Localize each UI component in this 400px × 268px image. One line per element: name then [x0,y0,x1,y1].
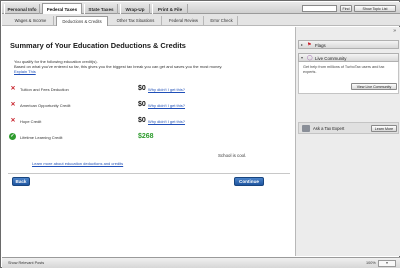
credit-name: Hope Credit [20,119,42,124]
x-icon: ✕ [10,118,16,124]
subtab-wages-income[interactable]: Wages & Income [8,16,54,25]
live-community-panel: Get help from millions of TurboTax users… [298,62,399,94]
live-community-text: Get help from millions of TurboTax users… [303,65,385,74]
show-topic-list-button[interactable]: Show Topic List [354,5,396,12]
credit-amount: $0 [138,101,146,108]
credit-amount: $0 [138,117,146,124]
main-content: Summary of Your Education Deductions & C… [2,27,294,256]
expert-icon [302,125,310,132]
learn-more-education-link[interactable]: Learn more about education deductions an… [32,161,123,166]
collapse-triangle-icon: ▾ [301,55,304,60]
subtab-deductions-credits[interactable]: Deductions & Credits [56,16,108,26]
credit-row-american-opportunity: ✕ American Opportunity Credit $0 Why did… [10,101,210,111]
credit-amount: $0 [138,85,146,92]
status-bar: Show Relevant Posts 100% ▾ [2,257,400,268]
tab-state-taxes[interactable]: State Taxes [84,4,118,14]
credit-name: Tuition and Fees Deduction [20,87,69,92]
credit-amount: $268 [138,133,154,140]
x-icon: ✕ [10,102,16,108]
ask-tax-expert-row: Ask a Tax Expert Learn More [298,122,399,134]
view-live-community-button[interactable]: View Live Community [351,83,397,90]
page-title: Summary of Your Education Deductions & C… [10,41,186,50]
subtab-other-tax-situations[interactable]: Other Tax Situations [110,16,162,25]
find-button[interactable]: Find [340,5,352,12]
live-community-label: Live Community [315,56,347,61]
why-not-link[interactable]: Why didn't I get this? [148,87,185,92]
subtab-error-check[interactable]: Error Check [206,16,238,25]
tab-wrap-up[interactable]: Wrap-Up [120,4,150,14]
credit-row-hope: ✕ Hope Credit $0 Why didn't I get this? [10,117,210,127]
back-button[interactable]: Back [12,177,30,186]
learn-more-button[interactable]: Learn More [371,125,397,132]
collapse-sidebar-icon[interactable]: » [393,28,396,34]
tab-print-file[interactable]: Print & File [152,4,188,14]
main-tab-bar: Personal Info Federal Taxes State Taxes … [2,2,400,14]
search-input[interactable] [302,5,337,12]
why-not-link[interactable]: Why didn't I get this? [148,119,185,124]
expand-triangle-icon: ▸ [301,42,304,47]
why-not-link[interactable]: Why didn't I get this? [148,103,185,108]
credit-row-lifetime-learning: ✓ Lifetime Learning Credit $268 [9,133,210,143]
zoom-level: 100% [366,261,376,265]
sub-tab-bar: Wages & Income Deductions & Credits Othe… [2,14,400,26]
flags-label: Flags [315,43,326,48]
explain-this-link[interactable]: Explain This [14,69,36,74]
flag-icon: ⚑ [307,42,312,48]
intro-savings-text: Based on what you've entered so far, thi… [14,64,223,69]
chat-bubble-icon: ◯ [307,55,313,61]
school-note: School is cool. [218,153,247,158]
app-window: Personal Info Federal Taxes State Taxes … [0,0,400,268]
tab-personal-info[interactable]: Personal Info [4,4,40,14]
credit-row-tuition: ✕ Tuition and Fees Deduction $0 Why didn… [10,85,210,95]
tab-federal-taxes[interactable]: Federal Taxes [42,3,82,14]
zoom-control[interactable]: ▾ [378,260,396,267]
show-relevant-posts-toggle[interactable]: Show Relevant Posts [8,261,44,265]
ask-tax-expert-label: Ask a Tax Expert [313,126,345,131]
continue-button[interactable]: Continue [234,177,264,186]
flags-panel-header[interactable]: ▸ ⚑ Flags [298,40,399,49]
x-icon: ✕ [10,86,16,92]
credit-name: Lifetime Learning Credit [20,135,63,140]
check-icon: ✓ [9,133,16,140]
divider [8,173,290,174]
credit-name: American Opportunity Credit [20,103,71,108]
right-sidebar: » ▸ ⚑ Flags ▾ ◯ Live Community Get help … [295,27,400,256]
live-community-panel-header[interactable]: ▾ ◯ Live Community [298,53,399,62]
subtab-federal-review[interactable]: Federal Review [164,16,204,25]
